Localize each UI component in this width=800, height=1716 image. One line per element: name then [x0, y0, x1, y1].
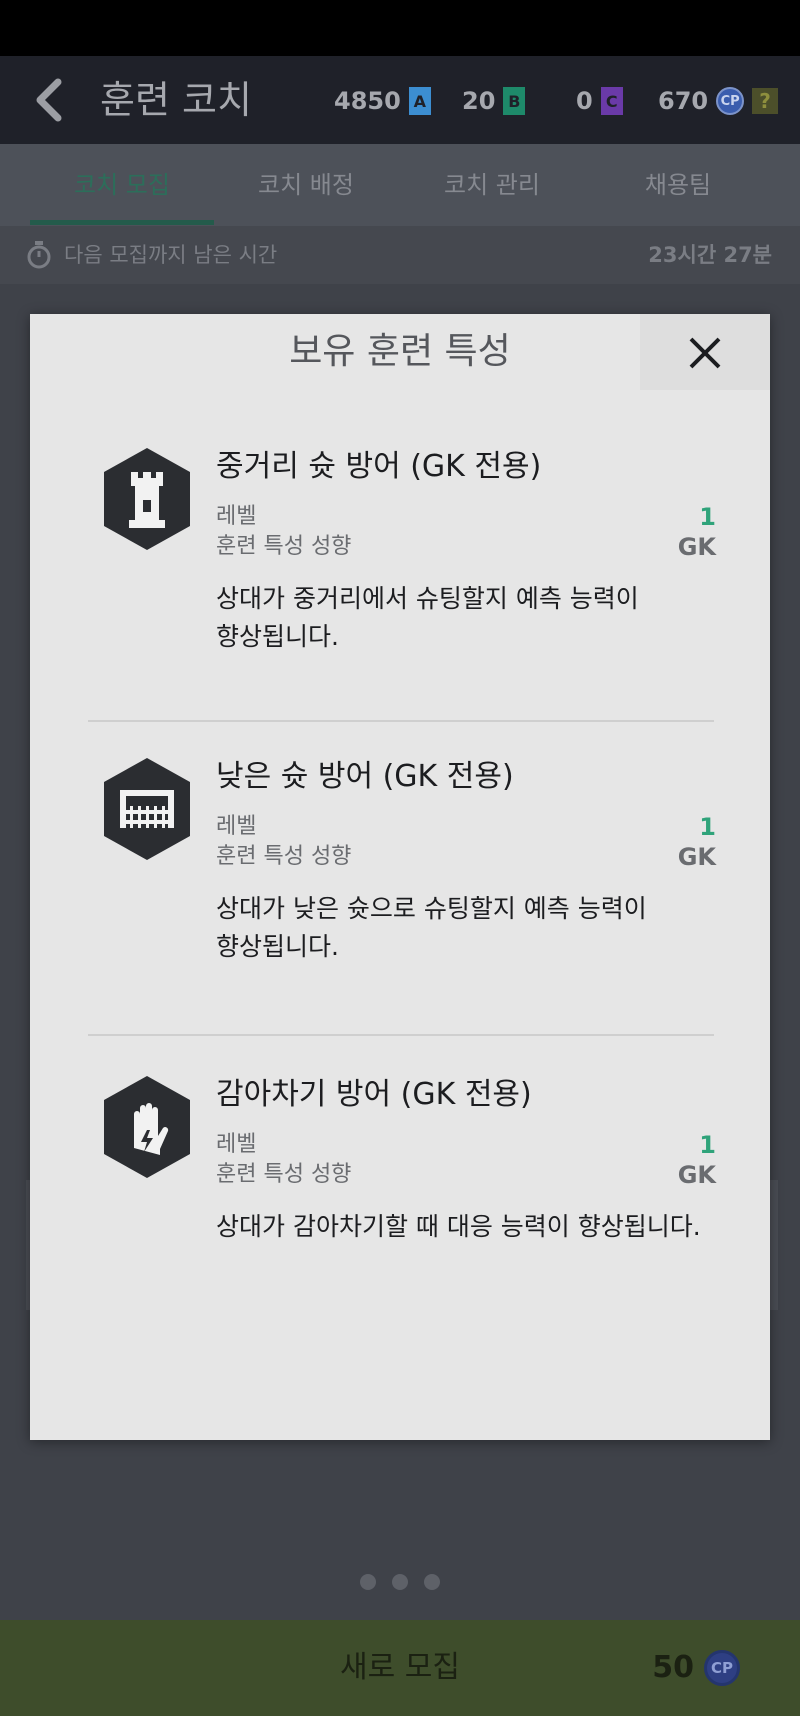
page-title: 훈련 코치 — [100, 78, 252, 122]
trait-level-label: 레벨 — [216, 1132, 257, 1157]
page-dot — [424, 1574, 440, 1590]
timer-value: 23시간 27분 — [648, 243, 772, 267]
stopwatch-icon — [24, 240, 54, 270]
trait-level-value: 1 — [699, 503, 716, 531]
trait-item: 중거리 슛 방어 (GK 전용) 레벨 1 훈련 특성 성향 GK 상대가 중거… — [30, 446, 770, 746]
trait-position-value: GK — [677, 843, 716, 871]
currency-c: 0 C — [576, 86, 623, 116]
status-bar — [0, 0, 800, 56]
back-arrow-icon[interactable] — [30, 76, 70, 124]
trait-item: 감아차기 방어 (GK 전용) 레벨 1 훈련 특성 성향 GK 상대가 감아차… — [30, 1074, 770, 1374]
timer-label: 다음 모집까지 남은 시간 — [64, 243, 278, 267]
top-bar: 훈련 코치 4850 A 20 B 0 C 670 CP ? — [0, 56, 800, 144]
cp-coin-icon: CP — [716, 87, 745, 115]
page-dot — [360, 1574, 376, 1590]
recruit-button[interactable]: 새로 모집 50 CP — [0, 1620, 800, 1716]
trait-item: 낮은 슛 방어 (GK 전용) 레벨 1 훈련 특성 성향 GK 상대가 낮은 … — [30, 756, 770, 1056]
divider — [88, 720, 714, 722]
active-tab-indicator — [30, 220, 214, 225]
coupon-b-icon: B — [503, 87, 526, 115]
trait-description-line: 상대가 중거리에서 슈팅할지 예측 능력이 — [216, 584, 639, 613]
tab-bar: 코치 모집 코치 배정 코치 관리 채용팀 — [0, 144, 800, 226]
trait-position-label: 훈련 특성 성향 — [216, 844, 352, 869]
close-button[interactable] — [640, 314, 770, 390]
goal-net-icon — [100, 756, 194, 864]
trait-position-value: GK — [677, 1161, 716, 1189]
trait-description: 상대가 중거리에서 슈팅할지 예측 능력이 향상됩니다. — [216, 580, 716, 656]
cp-coin-icon: CP — [704, 1650, 740, 1686]
trait-name: 감아차기 방어 (GK 전용) — [216, 1077, 532, 1112]
trait-description-line: 향상됩니다. — [216, 932, 339, 961]
trait-position-label: 훈련 특성 성향 — [216, 534, 352, 559]
tab-coach-recruit[interactable]: 코치 모집 — [30, 144, 214, 226]
currency-b-value: 20 — [462, 87, 496, 115]
trait-position-label: 훈련 특성 성향 — [216, 1162, 352, 1187]
trait-description: 상대가 감아차기할 때 대응 능력이 향상됩니다. — [216, 1208, 756, 1246]
recruit-cost-value: 50 — [652, 1650, 694, 1685]
trait-position-value: GK — [677, 533, 716, 561]
trait-level-value: 1 — [699, 1131, 716, 1159]
trait-description-line: 상대가 낮은 슛으로 슈팅할지 예측 능력이 — [216, 894, 647, 923]
cp-value: 670 — [658, 87, 709, 115]
currency-cp: 670 CP ? — [658, 86, 779, 116]
currency-b: 20 B — [462, 86, 526, 116]
trait-description-line: 상대가 감아차기할 때 대응 능력이 향상됩니다. — [216, 1212, 701, 1241]
coupon-a-icon: A — [408, 87, 431, 115]
currency-a: 4850 A — [334, 86, 431, 116]
currency-a-value: 4850 — [334, 87, 401, 115]
help-icon[interactable]: ? — [752, 88, 779, 114]
tab-coach-assign[interactable]: 코치 배정 — [214, 144, 398, 226]
tower-icon — [100, 446, 194, 554]
trait-name: 중거리 슛 방어 (GK 전용) — [216, 449, 542, 484]
tab-hiring-team[interactable]: 채용팀 — [586, 144, 770, 226]
trait-name: 낮은 슛 방어 (GK 전용) — [216, 759, 514, 794]
trait-description-line: 향상됩니다. — [216, 622, 339, 651]
trait-level-value: 1 — [699, 813, 716, 841]
tab-coach-manage[interactable]: 코치 관리 — [398, 144, 586, 226]
close-icon — [689, 337, 721, 369]
trait-level-label: 레벨 — [216, 504, 257, 529]
traits-modal: 보유 훈련 특성 중거리 슛 방어 (GK 전용) 레벨 1 훈련 특성 성향 … — [30, 314, 770, 1440]
page-indicator — [0, 1574, 800, 1594]
recruit-cost: 50 CP — [652, 1648, 740, 1688]
glove-icon — [100, 1074, 194, 1182]
trait-level-label: 레벨 — [216, 814, 257, 839]
trait-description: 상대가 낮은 슛으로 슈팅할지 예측 능력이 향상됩니다. — [216, 890, 716, 966]
currency-c-value: 0 — [576, 87, 593, 115]
recruit-timer-bar: 다음 모집까지 남은 시간 23시간 27분 — [0, 226, 800, 284]
divider — [88, 1034, 714, 1036]
page-dot — [392, 1574, 408, 1590]
coupon-c-icon: C — [600, 87, 623, 115]
